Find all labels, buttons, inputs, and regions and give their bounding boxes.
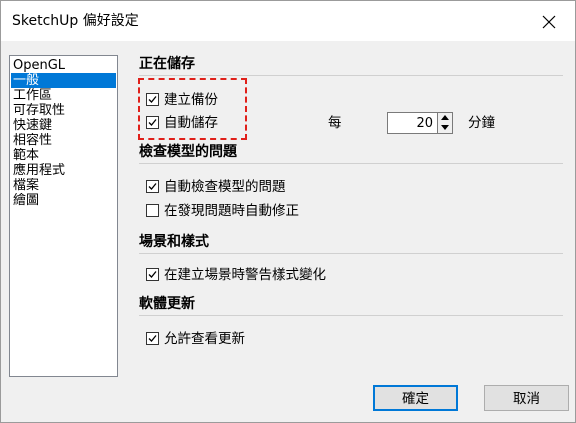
sidebar-item-opengl[interactable]: OpenGL — [11, 58, 116, 73]
section-title-updates: 軟體更新 — [139, 296, 195, 312]
sidebar-item-workspace[interactable]: 工作區 — [11, 88, 116, 103]
minutes-unit-label: 分鐘 — [468, 115, 495, 131]
checkmark-icon — [148, 183, 157, 190]
sidebar-item-compatibility[interactable]: 相容性 — [11, 133, 116, 148]
sidebar-item-shortcuts[interactable]: 快速鍵 — [11, 118, 116, 133]
arrow-up-icon — [441, 115, 449, 120]
sidebar-item-accessibility[interactable]: 可存取性 — [11, 103, 116, 118]
sidebar-item-general[interactable]: 一般 — [11, 73, 116, 88]
sidebar-item-files[interactable]: 檔案 — [11, 178, 116, 193]
window-title: SketchUp 偏好設定 — [12, 13, 139, 29]
decrement-button[interactable] — [438, 123, 452, 133]
section-title-check-model: 檢查模型的問題 — [139, 144, 237, 160]
section-divider — [139, 163, 563, 164]
warn-style-checkbox[interactable] — [146, 268, 159, 281]
section-divider — [139, 75, 563, 76]
title-bar: SketchUp 偏好設定 — [1, 1, 575, 41]
checkmark-icon — [148, 335, 157, 342]
warn-style-label: 在建立場景時警告樣式變化 — [164, 267, 326, 283]
cancel-button[interactable]: 取消 — [484, 385, 569, 411]
preferences-dialog: SketchUp 偏好設定 OpenGL 一般 工作區 可存取性 快速鍵 相容性… — [0, 0, 576, 423]
increment-button[interactable] — [438, 113, 452, 123]
highlight-annotation — [138, 78, 247, 140]
sidebar-item-applications[interactable]: 應用程式 — [11, 163, 116, 178]
category-list[interactable]: OpenGL 一般 工作區 可存取性 快速鍵 相容性 範本 應用程式 檔案 繪圖 — [9, 55, 118, 377]
section-divider — [139, 253, 563, 254]
allow-update-check-checkbox[interactable] — [146, 332, 159, 345]
auto-check-checkbox[interactable] — [146, 180, 159, 193]
auto-check-label: 自動檢查模型的問題 — [164, 179, 286, 195]
sidebar-item-drawing[interactable]: 繪圖 — [11, 193, 116, 208]
every-label: 每 — [328, 115, 342, 131]
section-title-scenes: 場景和樣式 — [139, 234, 209, 250]
section-divider — [139, 315, 563, 316]
arrow-down-icon — [441, 125, 449, 130]
section-title-saving: 正在儲存 — [139, 56, 195, 72]
autosave-minutes-input[interactable] — [387, 112, 438, 134]
checkmark-icon — [148, 271, 157, 278]
allow-update-check-label: 允許查看更新 — [164, 331, 245, 347]
sidebar-item-template[interactable]: 範本 — [11, 148, 116, 163]
autosave-minutes-stepper — [438, 112, 453, 134]
ok-button[interactable]: 確定 — [373, 385, 458, 411]
close-icon — [542, 15, 556, 29]
close-button[interactable] — [533, 8, 565, 36]
auto-fix-checkbox[interactable] — [146, 204, 159, 217]
auto-fix-label: 在發現問題時自動修正 — [164, 203, 299, 219]
